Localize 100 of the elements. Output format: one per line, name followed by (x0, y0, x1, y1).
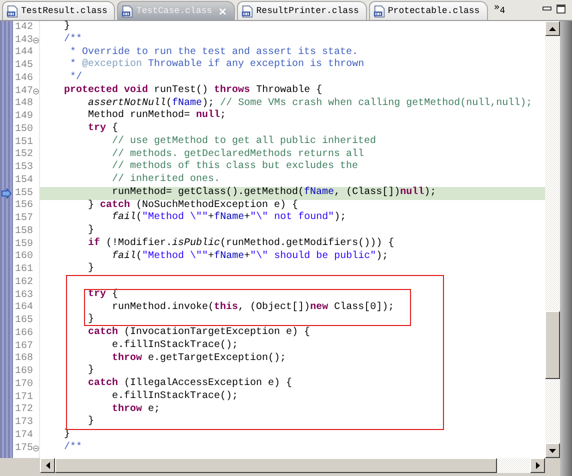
line-number: 175 (15, 442, 34, 454)
code-text: ); (334, 212, 346, 224)
line-number: 168 (15, 353, 34, 364)
line-number: 152 (15, 149, 34, 160)
line-number: 160 (15, 251, 34, 262)
maximize-icon[interactable] (556, 4, 566, 14)
keyword: protected (63, 84, 118, 96)
line-number: 173 (15, 417, 34, 428)
keyword: catch (100, 200, 130, 210)
keyword: void (123, 84, 148, 96)
code-text: e.fillInStackTrace(); (111, 340, 238, 351)
code-text: } (87, 263, 94, 274)
code-text: Method runMethod= (87, 110, 192, 122)
line-number: 172 (15, 404, 34, 416)
code-comment: // use getMethod to get all public inherited (111, 136, 376, 147)
code-comment: // inherited ones. (111, 174, 220, 185)
line-number: 171 (15, 392, 34, 403)
code-text: + (244, 250, 250, 262)
keyword: new (310, 302, 328, 312)
code-text: runMethod.invoke( (111, 302, 214, 312)
vertical-scrollbar[interactable] (545, 21, 560, 476)
code-text: ( (136, 212, 142, 224)
code-text: Class[0]); (333, 302, 394, 312)
line-number: 145 (15, 60, 34, 72)
editor-tab[interactable]: Protectable.class (368, 1, 488, 20)
line-number: 165 (15, 315, 34, 326)
method-name: fail (111, 212, 136, 224)
keyword: throw (111, 404, 142, 414)
code-text: } (87, 225, 94, 236)
code-text: } (87, 200, 96, 210)
line-number: 154 (15, 174, 34, 186)
field-name: fName (304, 186, 334, 198)
code-text: (IllegalAccessException e) { (123, 378, 292, 389)
scroll-left-icon[interactable] (46, 462, 50, 469)
line-number: 174 (15, 430, 34, 441)
line-number: 149 (15, 111, 34, 122)
doc-comment: Throwable if any exception is thrown (147, 59, 364, 70)
line-number: 146 (15, 72, 34, 84)
string-literal: "\" not found" (250, 212, 334, 224)
code-text: { (111, 123, 118, 134)
code-comment: // methods of this class but excludes the (111, 161, 358, 172)
tab-overflow-button[interactable]: »$_{4}$ (494, 2, 506, 15)
line-number: 148 (15, 98, 34, 110)
doc-comment: */ (69, 72, 82, 83)
scroll-right-icon[interactable] (536, 462, 540, 469)
scroll-up-icon[interactable] (549, 26, 556, 30)
scroll-down-icon[interactable] (549, 448, 556, 452)
line-number: 161 (15, 264, 34, 276)
keyword: throw (111, 352, 142, 364)
string-literal: "Method \"" (142, 212, 208, 224)
field-name: fName (214, 212, 244, 224)
code-text: ); (424, 186, 436, 198)
code-text: Throwable { (255, 84, 322, 96)
code-comment: // Some VMs crash when calling getMethod(null,null); (220, 98, 532, 108)
line-number: 155 (15, 188, 34, 199)
code-text: e.fillInStackTrace(); (111, 390, 238, 402)
doc-comment: /** (63, 34, 82, 45)
keyword: null (196, 110, 220, 122)
line-number: 158 (15, 226, 34, 237)
field-name: fName (214, 250, 244, 262)
string-literal: "Method \"" (142, 250, 208, 262)
line-number: 151 (15, 136, 34, 148)
code-text: } (63, 21, 70, 32)
collapse-icon[interactable] (33, 36, 39, 44)
class-file-icon (372, 4, 386, 18)
method-name: assertNotNull (87, 98, 166, 108)
collapse-icon[interactable] (33, 444, 39, 452)
code-text: } (87, 416, 94, 428)
doc-comment: /** (63, 442, 82, 453)
scroll-thumb[interactable] (545, 311, 560, 379)
code-text: , (Object[]) (238, 302, 310, 312)
keyword: try (87, 123, 106, 134)
keyword: catch (87, 378, 118, 389)
code-comment: // methods. getDeclaredMethods returns all (111, 148, 364, 160)
line-number: 170 (15, 378, 34, 390)
method-name: fail (111, 250, 136, 262)
editor-tab[interactable]: ResultPrinter.class (237, 1, 367, 20)
class-file-icon (6, 4, 19, 18)
code-text: } (87, 314, 94, 326)
line-number: 162 (15, 276, 34, 288)
string-literal: "\" should be public" (250, 250, 376, 262)
code-text: ( (136, 250, 142, 262)
class-file-icon (121, 4, 134, 18)
collapse-icon[interactable] (33, 88, 39, 95)
keyword: catch (87, 327, 118, 338)
code-text: ; (220, 110, 226, 122)
line-number: 143 (15, 34, 34, 46)
code-text: ); (202, 98, 216, 108)
keyword: if (87, 238, 100, 249)
keyword: try (87, 288, 106, 300)
method-name: isPublic (172, 238, 220, 249)
line-number: 166 (15, 328, 34, 339)
line-number: 157 (15, 213, 34, 224)
doc-comment: * (69, 59, 76, 70)
keyword: this (214, 302, 238, 312)
line-number: 169 (15, 366, 34, 378)
line-number: 142 (15, 22, 34, 33)
line-number: 150 (15, 124, 34, 135)
editor-tab[interactable]: TestResult.class (2, 1, 116, 20)
code-text: + (208, 212, 214, 224)
